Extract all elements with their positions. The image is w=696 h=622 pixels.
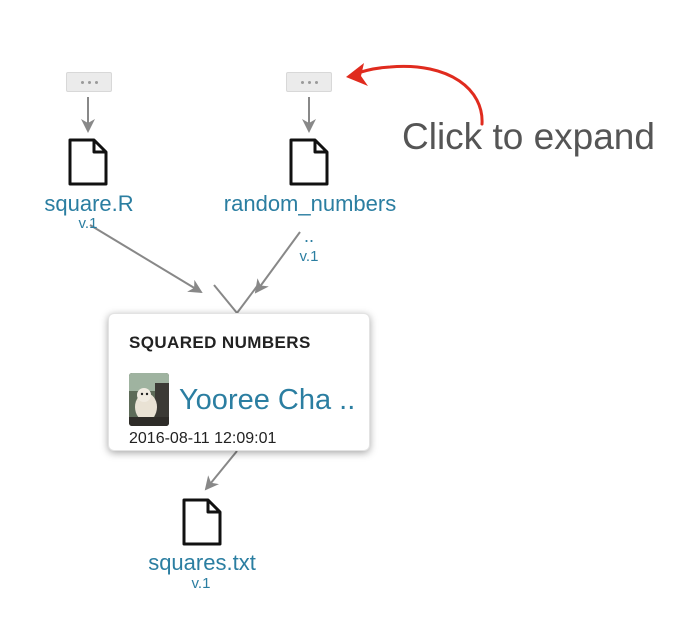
expand-random-numbers-button[interactable] [286,72,332,92]
activity-author-link[interactable]: Yooree Cha .. [179,384,355,417]
file-name-square-r[interactable]: square.R [44,191,133,217]
file-icon[interactable] [181,498,223,546]
annotation-arrowhead [346,63,368,86]
activity-title: SQUARED NUMBERS [129,333,311,352]
provenance-graph-edges [81,63,484,491]
expand-square-r-button[interactable] [66,72,112,92]
edge-random-numbers-to-activity [254,231,301,294]
file-version-random-numbers: v.1 [299,248,319,265]
file-icon[interactable] [67,138,109,186]
edge-square-r-to-activity [89,224,203,294]
more-dots-icon [80,80,84,84]
more-dots-icon [300,80,304,84]
edge-activity-to-squares-txt [204,450,238,491]
file-name-random-numbers[interactable]: random_numbers [224,191,396,217]
file-name-squares-txt[interactable]: squares.txt [148,550,256,576]
file-version-squares-txt: v.1 [191,575,211,592]
edge-activity-merge-right [236,284,259,314]
file-name-ellipsis: .. [303,226,315,246]
user-avatar[interactable] [129,373,169,426]
click-to-expand-annotation: Click to expand [402,116,655,157]
activity-card[interactable]: SQUARED NUMBERS Yooree Cha .. 2016-08-11… [108,313,370,451]
edge-activity-merge [213,284,238,314]
file-icon[interactable] [288,138,330,186]
activity-timestamp: 2016-08-11 12:09:01 [129,430,277,447]
file-version-square-r: v.1 [78,215,98,232]
